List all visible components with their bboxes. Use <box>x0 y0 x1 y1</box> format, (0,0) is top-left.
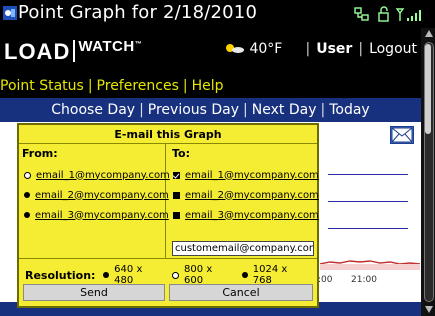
logout-link[interactable]: Logout <box>369 41 417 57</box>
scroll-down-arrow-icon[interactable] <box>425 306 433 313</box>
menu-help[interactable]: Help <box>192 78 224 94</box>
blackberry-browser-icon <box>3 6 17 20</box>
sun-cloud-icon <box>226 44 244 53</box>
dialog-title: E-mail this Graph <box>114 128 222 141</box>
email-graph-dialog: E-mail this Graph From: To: email_1@myco… <box>17 123 319 308</box>
radio-button-icon[interactable] <box>103 272 110 278</box>
browser-content: LOAD WATCH™ 40°F | User | Logout Point Statu… <box>0 28 421 316</box>
weather-widget: 40°F <box>223 41 282 57</box>
network-icon <box>354 7 369 21</box>
scroll-thumb[interactable] <box>425 44 431 134</box>
title-bar: Point Graph for 2/18/2010 <box>0 0 435 28</box>
to-option[interactable]: email_1@mycompany.com <box>173 168 319 182</box>
today-link[interactable]: Today <box>329 102 370 118</box>
user-link[interactable]: User <box>316 41 352 57</box>
loadwatch-logo: LOAD WATCH™ <box>4 38 143 64</box>
previous-day-link[interactable]: Previous Day <box>148 102 239 118</box>
divider <box>19 258 317 259</box>
graph-series <box>320 260 420 270</box>
main-menu: Point Status | Preferences | Help <box>0 76 421 98</box>
radio-button-icon[interactable] <box>24 171 31 179</box>
graph-line <box>328 228 408 229</box>
temperature: 40°F <box>249 41 283 57</box>
axis-label: :00 <box>318 275 333 285</box>
scroll-up-arrow-icon[interactable] <box>425 30 433 37</box>
radio-button-icon[interactable] <box>24 212 30 218</box>
from-label: From: <box>22 147 58 160</box>
menu-preferences[interactable]: Preferences <box>97 78 179 94</box>
checkbox-icon[interactable] <box>173 211 180 219</box>
to-label: To: <box>172 147 190 160</box>
window-title: Point Graph for 2/18/2010 <box>18 2 258 23</box>
divider <box>19 143 317 144</box>
radio-button-icon[interactable] <box>242 272 248 278</box>
checkbox-icon[interactable] <box>173 171 180 179</box>
from-option[interactable]: email_2@mycompany.com <box>24 188 169 202</box>
send-button[interactable]: Send <box>23 284 165 301</box>
graph-line <box>328 174 408 175</box>
axis-label: 21:00 <box>351 275 377 285</box>
graph-line <box>328 201 408 202</box>
to-option[interactable]: email_3@mycompany.com <box>173 208 319 222</box>
next-day-link[interactable]: Next Day <box>252 102 317 118</box>
menu-point-status[interactable]: Point Status <box>0 78 84 94</box>
vertical-scrollbar[interactable] <box>421 28 435 316</box>
day-navigation: Choose Day | Previous Day | Next Day | Today <box>0 98 421 122</box>
cancel-button[interactable]: Cancel <box>169 284 313 301</box>
lock-icon <box>378 6 389 22</box>
resolution-option[interactable]: 1024 x 768 <box>242 264 307 286</box>
from-option[interactable]: email_3@mycompany.com <box>24 208 169 222</box>
choose-day-link[interactable]: Choose Day <box>51 102 135 118</box>
resolution-row: Resolution: 640 x 480 800 x 600 1024 x 7… <box>25 264 317 286</box>
site-header: LOAD WATCH™ 40°F | User | Logout <box>0 28 421 76</box>
radio-button-icon[interactable] <box>172 271 180 279</box>
checkbox-icon[interactable] <box>173 191 180 199</box>
graph-x-axis: :00 21:00 <box>318 275 421 287</box>
resolution-option[interactable]: 640 x 480 <box>103 264 162 286</box>
status-icons <box>354 6 421 22</box>
custom-email-input[interactable]: customemail@company.com <box>172 241 314 256</box>
to-option[interactable]: email_2@mycompany.com <box>173 188 319 202</box>
radio-button-icon[interactable] <box>24 192 30 198</box>
resolution-label: Resolution: <box>25 268 96 282</box>
resolution-option[interactable]: 800 x 600 <box>172 264 232 286</box>
signal-strength-icon <box>395 8 421 21</box>
from-option[interactable]: email_1@mycompany.com <box>24 168 170 182</box>
envelope-icon[interactable] <box>390 126 414 144</box>
user-links: | User | Logout <box>305 41 417 57</box>
